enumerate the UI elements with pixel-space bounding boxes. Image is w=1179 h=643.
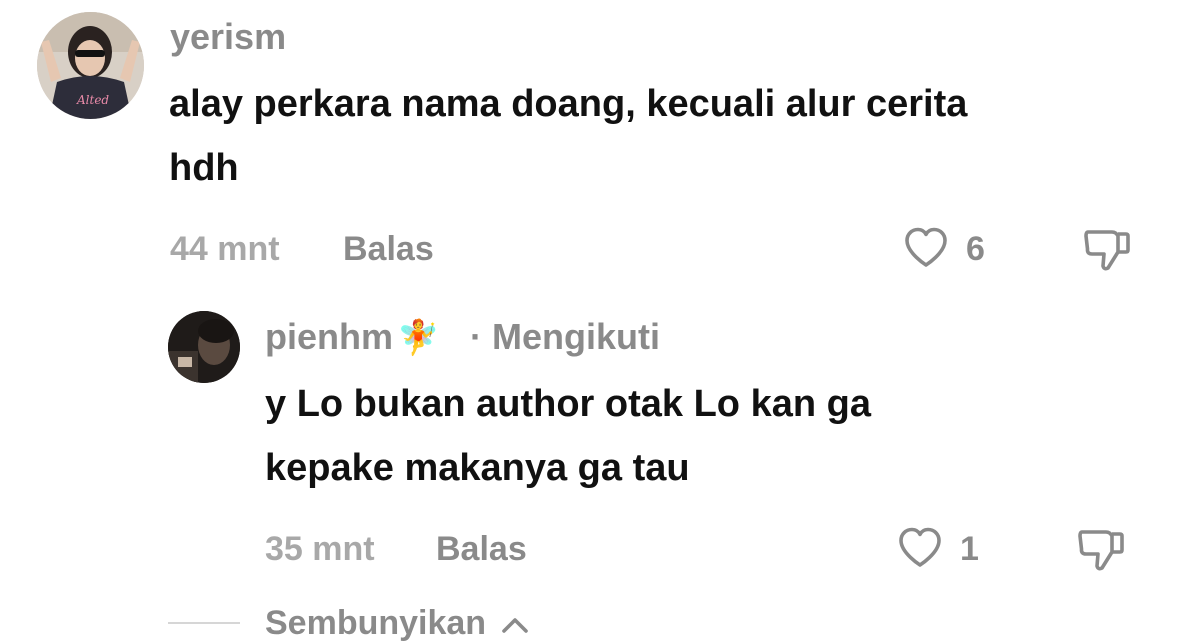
- reply-timestamp: 35 mnt: [265, 530, 375, 568]
- like-count: 1: [960, 530, 979, 568]
- divider: [168, 622, 240, 624]
- avatar-image: [168, 311, 240, 383]
- svg-text:Alted: Alted: [76, 93, 109, 107]
- follow-status: · Mengikuti: [470, 316, 660, 358]
- reply-text-line: y Lo bukan author otak Lo kan ga: [265, 383, 871, 425]
- comment-username[interactable]: yerism: [170, 16, 286, 58]
- reply-username-text: pienhm: [265, 316, 394, 357]
- separator-dot: ·: [470, 316, 482, 357]
- reply-username[interactable]: pienhm 🧚: [265, 316, 439, 358]
- avatar[interactable]: [168, 311, 240, 383]
- chevron-up-icon: [501, 618, 528, 633]
- reply-text-line: kepake makanya ga tau: [265, 447, 690, 489]
- comment-text-line: alay perkara nama doang, kecuali alur ce…: [169, 83, 968, 125]
- hide-replies-label: Sembunyikan: [265, 604, 487, 642]
- fairy-emoji: 🧚: [397, 319, 440, 357]
- hide-replies-button[interactable]: Sembunyikan: [265, 604, 530, 643]
- reply-text: y Lo bukan author otak Lo kan ga kepake …: [265, 372, 1155, 500]
- heart-icon[interactable]: [902, 224, 950, 272]
- avatar-image: Alted: [37, 12, 144, 119]
- avatar[interactable]: Alted: [37, 12, 144, 119]
- comment-timestamp: 44 mnt: [170, 230, 280, 268]
- reply-button[interactable]: Balas: [343, 230, 434, 269]
- thumbs-down-icon[interactable]: [1082, 224, 1132, 274]
- heart-icon[interactable]: [896, 524, 944, 572]
- comment-text-line: hdh: [169, 147, 239, 189]
- reply-button[interactable]: Balas: [436, 530, 527, 569]
- like-count: 6: [966, 230, 985, 268]
- comment-text: alay perkara nama doang, kecuali alur ce…: [169, 72, 1159, 200]
- follow-status-label: Mengikuti: [492, 316, 661, 357]
- thumbs-down-icon[interactable]: [1076, 524, 1126, 574]
